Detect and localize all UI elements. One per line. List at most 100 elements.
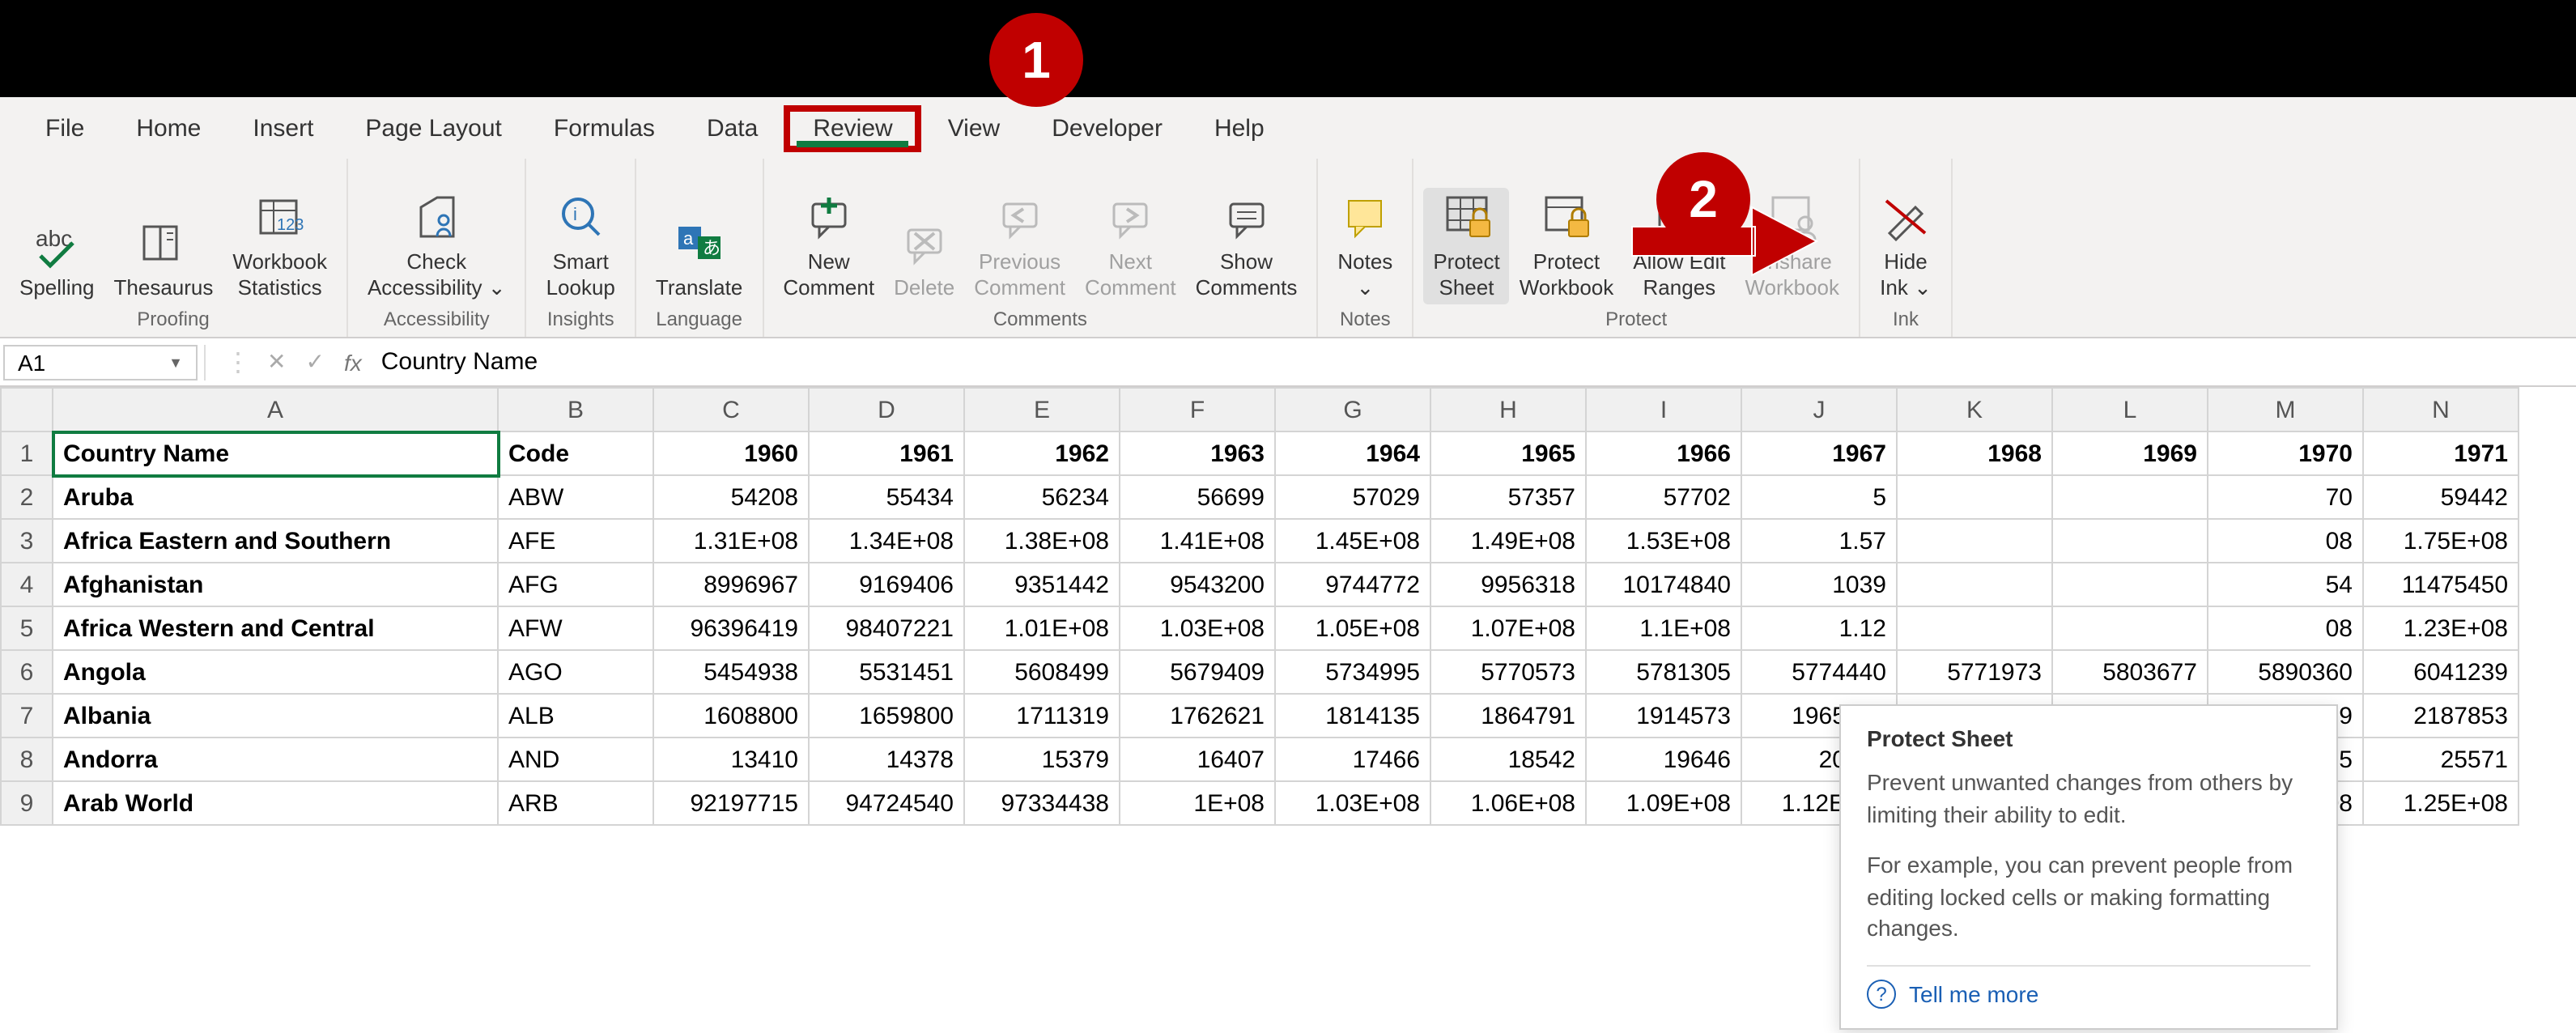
cell[interactable]: 6041239 [2363, 650, 2519, 694]
cell[interactable]: 1.25E+08 [2363, 781, 2519, 825]
row-header[interactable]: 9 [1, 781, 53, 825]
cell[interactable]: 1.05E+08 [1275, 606, 1430, 650]
cell[interactable]: 1814135 [1275, 694, 1430, 738]
cell[interactable]: 5531451 [809, 650, 964, 694]
cell[interactable]: 1960 [653, 431, 809, 475]
cell[interactable]: 1962 [964, 431, 1120, 475]
cell[interactable]: AFW [498, 606, 653, 650]
col-header-A[interactable]: A [53, 388, 498, 431]
cell[interactable]: 10174840 [1586, 563, 1741, 606]
cell[interactable]: 1961 [809, 431, 964, 475]
cell[interactable]: 1.1E+08 [1586, 606, 1741, 650]
cell[interactable]: 9543200 [1120, 563, 1275, 606]
cell[interactable]: 13410 [653, 738, 809, 781]
cell[interactable]: 5803677 [2052, 650, 2208, 694]
cell[interactable]: 1914573 [1586, 694, 1741, 738]
tab-file[interactable]: File [19, 104, 110, 151]
cell[interactable]: 1963 [1120, 431, 1275, 475]
cell[interactable]: 5771973 [1897, 650, 2052, 694]
cell[interactable]: 11475450 [2363, 563, 2519, 606]
cell[interactable]: 97334438 [964, 781, 1120, 825]
row-header[interactable]: 4 [1, 563, 53, 606]
tell-me-more-link[interactable]: ? Tell me more [1867, 980, 2310, 1009]
cell[interactable]: Andorra [53, 738, 498, 781]
col-header-B[interactable]: B [498, 388, 653, 431]
workbook-stats-button[interactable]: 123WorkbookStatistics [223, 187, 337, 304]
cell[interactable]: 14378 [809, 738, 964, 781]
cell[interactable]: Africa Western and Central [53, 606, 498, 650]
cell[interactable]: 1.23E+08 [2363, 606, 2519, 650]
smart-lookup-button[interactable]: iSmartLookup [537, 187, 625, 304]
cell[interactable]: Albania [53, 694, 498, 738]
select-all-corner[interactable] [1, 388, 53, 431]
cell[interactable]: 70 [2208, 475, 2363, 519]
col-header-I[interactable]: I [1586, 388, 1741, 431]
cell[interactable]: 9956318 [1430, 563, 1586, 606]
cell[interactable] [1897, 606, 2052, 650]
cell[interactable]: 1965 [1430, 431, 1586, 475]
cell[interactable]: 1.45E+08 [1275, 519, 1430, 563]
col-header-M[interactable]: M [2208, 388, 2363, 431]
cell[interactable] [1897, 519, 2052, 563]
cell[interactable]: 1762621 [1120, 694, 1275, 738]
cell[interactable]: 5734995 [1275, 650, 1430, 694]
cell[interactable]: 57357 [1430, 475, 1586, 519]
col-header-J[interactable]: J [1741, 388, 1897, 431]
col-header-L[interactable]: L [2052, 388, 2208, 431]
cell[interactable]: 57029 [1275, 475, 1430, 519]
cell[interactable]: 98407221 [809, 606, 964, 650]
cell[interactable]: Afghanistan [53, 563, 498, 606]
cell[interactable]: 9744772 [1275, 563, 1430, 606]
cell[interactable]: 1039 [1741, 563, 1897, 606]
row-header[interactable]: 7 [1, 694, 53, 738]
cell[interactable]: 1968 [1897, 431, 2052, 475]
cell[interactable] [2052, 475, 2208, 519]
cell[interactable]: 19646 [1586, 738, 1741, 781]
cell[interactable]: 1.57 [1741, 519, 1897, 563]
new-comment-button[interactable]: NewComment [773, 187, 884, 304]
cell[interactable]: ARB [498, 781, 653, 825]
cell[interactable]: 1659800 [809, 694, 964, 738]
cell[interactable]: 5608499 [964, 650, 1120, 694]
cell[interactable]: 54208 [653, 475, 809, 519]
cell[interactable]: 92197715 [653, 781, 809, 825]
cell[interactable]: 5770573 [1430, 650, 1586, 694]
col-header-F[interactable]: F [1120, 388, 1275, 431]
tab-home[interactable]: Home [110, 104, 227, 151]
cell[interactable]: 18542 [1430, 738, 1586, 781]
cell[interactable]: 1864791 [1430, 694, 1586, 738]
tab-data[interactable]: Data [681, 104, 784, 151]
cell[interactable]: 25571 [2363, 738, 2519, 781]
fx-icon[interactable]: fx [344, 349, 362, 375]
cell[interactable]: 1969 [2052, 431, 2208, 475]
row-header[interactable]: 8 [1, 738, 53, 781]
formula-input[interactable] [368, 345, 2576, 379]
protect-workbook-button[interactable]: ProtectWorkbook [1510, 187, 1624, 304]
thesaurus-button[interactable]: Thesaurus [104, 214, 223, 305]
enter-icon[interactable]: ✓ [305, 348, 324, 376]
cell[interactable]: 1970 [2208, 431, 2363, 475]
col-header-H[interactable]: H [1430, 388, 1586, 431]
row-header[interactable]: 6 [1, 650, 53, 694]
cell[interactable]: ALB [498, 694, 653, 738]
translate-button[interactable]: aあTranslate [646, 214, 752, 305]
cell[interactable]: 1964 [1275, 431, 1430, 475]
cell[interactable]: 56234 [964, 475, 1120, 519]
cell[interactable]: 5781305 [1586, 650, 1741, 694]
cell[interactable]: 1.09E+08 [1586, 781, 1741, 825]
tab-page-layout[interactable]: Page Layout [339, 104, 528, 151]
cell[interactable]: 9169406 [809, 563, 964, 606]
cell[interactable]: 1.38E+08 [964, 519, 1120, 563]
cell[interactable]: Code [498, 431, 653, 475]
cell[interactable]: 8996967 [653, 563, 809, 606]
cell[interactable]: 1.31E+08 [653, 519, 809, 563]
cell[interactable]: 5774440 [1741, 650, 1897, 694]
spelling-button[interactable]: abcSpelling [10, 214, 104, 305]
col-header-N[interactable]: N [2363, 388, 2519, 431]
cell[interactable]: 9351442 [964, 563, 1120, 606]
cell[interactable]: 5679409 [1120, 650, 1275, 694]
cell[interactable]: Angola [53, 650, 498, 694]
cell[interactable]: 1971 [2363, 431, 2519, 475]
cell[interactable]: 1.53E+08 [1586, 519, 1741, 563]
cell[interactable]: 1608800 [653, 694, 809, 738]
